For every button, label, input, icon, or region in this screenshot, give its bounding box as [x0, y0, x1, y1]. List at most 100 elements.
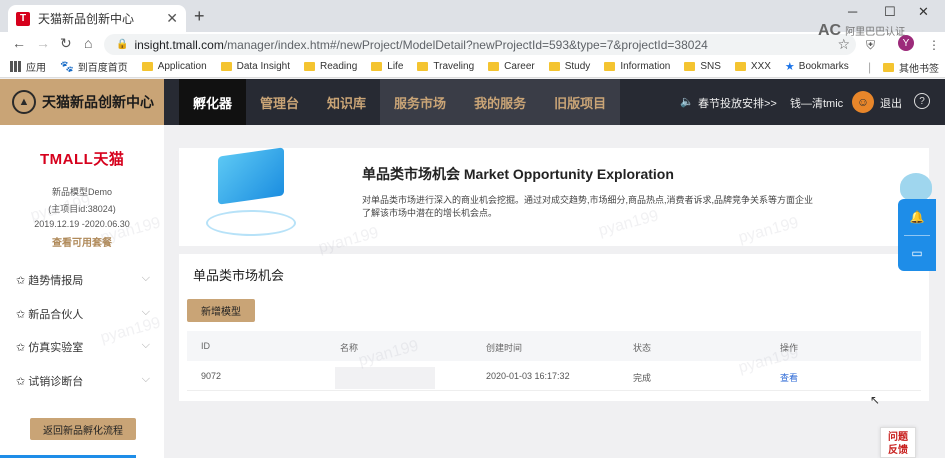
bookmark-reading[interactable]: Reading — [304, 61, 357, 72]
add-model-button[interactable]: 新增模型 — [187, 299, 255, 322]
sidebar-item-trends[interactable]: ✩ 趋势情报局 ⌵ — [16, 272, 150, 288]
tmall-brand-logo: TMALL天猫 — [40, 151, 125, 168]
forward-icon[interactable]: → — [36, 35, 50, 51]
folder-icon — [220, 62, 232, 71]
nav-my-services[interactable]: 我的服务 — [460, 79, 541, 125]
chevron-down-icon: ⌵ — [141, 272, 150, 284]
bookmark-data-insight[interactable]: Data Insight — [220, 61, 290, 72]
feedback-button[interactable]: 问题 反馈 — [880, 427, 916, 458]
bookmark-career[interactable]: Career — [488, 61, 535, 72]
nav-incubator[interactable]: 孵化器 — [179, 79, 247, 125]
extension-shield-icon[interactable]: ⛨ — [866, 38, 875, 53]
table-row: 9072 2020-01-03 16:17:32 完成 查看 — [187, 361, 921, 391]
speaker-icon: 🔈 — [680, 96, 694, 108]
redacted-name — [335, 367, 435, 389]
minimize-icon[interactable]: ─ — [848, 4, 857, 19]
sidebar-item-simulation[interactable]: ✩ 仿真实验室 ⌵ — [16, 339, 150, 355]
table-header: ID 名称 创建时间 状态 操作 — [187, 331, 921, 361]
logout-link[interactable]: 退出 — [880, 95, 902, 111]
col-name: 名称 — [340, 343, 359, 353]
hero-illustration-base — [206, 210, 296, 236]
bookmark-information[interactable]: Information — [604, 61, 670, 72]
feedback-label: 问题 反馈 — [888, 432, 908, 456]
col-status: 状态 — [633, 343, 652, 353]
date-range: 2019.12.19 -2020.06.30 — [34, 219, 130, 229]
folder-icon — [548, 62, 560, 71]
nav-service-market[interactable]: 服务市场 — [380, 79, 461, 125]
menu-dots-icon[interactable]: ⋮ — [928, 38, 940, 52]
divider — [904, 235, 930, 236]
model-table: ID 名称 创建时间 状态 操作 9072 2020-01-03 16:17:3… — [187, 331, 921, 391]
lock-icon: 🔒 — [116, 39, 129, 50]
bookmark-xxx[interactable]: XXX — [734, 61, 771, 72]
user-name[interactable]: 钱—清tmic — [790, 95, 843, 111]
back-icon[interactable]: ← — [12, 35, 26, 51]
baidu-icon: 🐾 — [60, 61, 74, 73]
logo-text: 天猫新品创新中心 — [42, 94, 154, 110]
back-to-incubation-button[interactable]: 返回新品孵化流程 — [30, 418, 136, 440]
chevron-down-icon: ⌵ — [141, 306, 150, 318]
new-tab-icon[interactable]: + — [194, 6, 205, 27]
url-field[interactable]: 🔒 insight.tmall.com/manager/index.htm#/n… — [104, 34, 856, 55]
row-status: 完成 — [633, 373, 652, 383]
col-created: 创建时间 — [486, 343, 523, 353]
bookmark-bookmarks[interactable]: ★ Bookmarks — [785, 60, 849, 73]
view-package-link[interactable]: 查看可用套餐 — [0, 234, 164, 249]
row-created: 2020-01-03 16:17:32 — [486, 371, 570, 381]
tmall-favicon-icon: T — [16, 11, 30, 26]
bookmark-sns[interactable]: SNS — [684, 61, 721, 72]
address-bar-row: ← → ↻ ⌂ 🔒 insight.tmall.com/manager/inde… — [0, 32, 945, 56]
folder-icon — [734, 62, 746, 71]
maximize-icon[interactable]: ☐ — [884, 4, 896, 20]
close-window-icon[interactable]: ✕ — [918, 4, 929, 20]
notice-link[interactable]: 春节投放安排>> — [698, 95, 777, 111]
folder-icon — [417, 62, 429, 71]
main-nav: 孵化器 管理台 知识库 服务市场 我的服务 旧版项目 — [179, 79, 621, 125]
folder-icon — [141, 62, 153, 71]
nav-legacy-projects[interactable]: 旧版项目 — [540, 79, 621, 125]
model-name: 新品模型Demo — [51, 187, 112, 197]
page-description: 对单品类市场进行深入的商业机会挖掘。通过对成交趋势,市场细分,商品热点,消费者诉… — [362, 195, 814, 218]
folder-icon — [883, 63, 894, 72]
close-tab-icon[interactable]: ✕ — [166, 10, 178, 27]
chevron-down-icon: ⌵ — [141, 373, 150, 385]
project-id: (主项目id:38024) — [48, 204, 116, 214]
bookmark-life[interactable]: Life — [371, 61, 403, 72]
tmic-logo-icon: ▲ — [12, 90, 36, 114]
bookmark-traveling[interactable]: Traveling — [417, 61, 474, 72]
bell-icon[interactable]: 🔔 — [909, 209, 925, 225]
col-id: ID — [201, 341, 210, 351]
bookmark-apps[interactable]: 应用 — [10, 59, 46, 74]
view-link[interactable]: 查看 — [780, 371, 798, 384]
tab-title: 天猫新品创新中心 — [38, 12, 135, 26]
app-logo[interactable]: ▲ 天猫新品创新中心 — [0, 79, 164, 125]
home-icon[interactable]: ⌂ — [84, 35, 92, 51]
sidebar-item-partner[interactable]: ✩ 新品合伙人 ⌵ — [16, 306, 150, 322]
sidebar-item-diagnosis[interactable]: ✩ 试销诊断台 ⌵ — [16, 373, 150, 389]
sidebar: TMALL天猫 新品模型Demo (主项目id:38024) 2019.12.1… — [0, 125, 164, 458]
chart-illustration-icon — [218, 147, 284, 205]
chat-icon[interactable]: ▭ — [909, 245, 925, 261]
chevron-down-icon: ⌵ — [141, 339, 150, 351]
url-path: /manager/index.htm#/newProject/ModelDeta… — [223, 37, 708, 52]
reload-icon[interactable]: ↻ — [60, 35, 72, 52]
bookmarks-bar: 应用 🐾 到百度首页 Application Data Insight Readi… — [0, 56, 945, 78]
help-icon[interactable]: ? — [914, 93, 930, 109]
bookmark-baidu[interactable]: 🐾 到百度首页 — [60, 59, 128, 74]
nav-knowledge[interactable]: 知识库 — [313, 79, 380, 125]
app-header: ▲ 天猫新品创新中心 孵化器 管理台 知识库 服务市场 我的服务 旧版项目 🔈 … — [0, 79, 945, 125]
nav-console[interactable]: 管理台 — [246, 79, 313, 125]
user-avatar-icon[interactable]: ☺ — [852, 91, 874, 113]
row-id: 9072 — [201, 371, 222, 381]
browser-tab-bar: T 天猫新品创新中心 ✕ + ─ ☐ ✕ — [0, 0, 945, 32]
mascot-elephant-icon — [900, 173, 932, 201]
star-icon: ★ — [784, 61, 795, 73]
section-title: 单品类市场机会 — [193, 268, 285, 283]
bookmark-study[interactable]: Study — [548, 61, 590, 72]
browser-tab[interactable]: T 天猫新品创新中心 ✕ — [8, 5, 186, 32]
bookmark-other[interactable]: 其他书签 — [883, 60, 939, 75]
folder-icon — [604, 62, 616, 71]
folder-icon — [684, 62, 696, 71]
bookmark-application[interactable]: Application — [141, 61, 207, 72]
page-title: 单品类市场机会 Market Opportunity Exploration — [362, 166, 674, 182]
